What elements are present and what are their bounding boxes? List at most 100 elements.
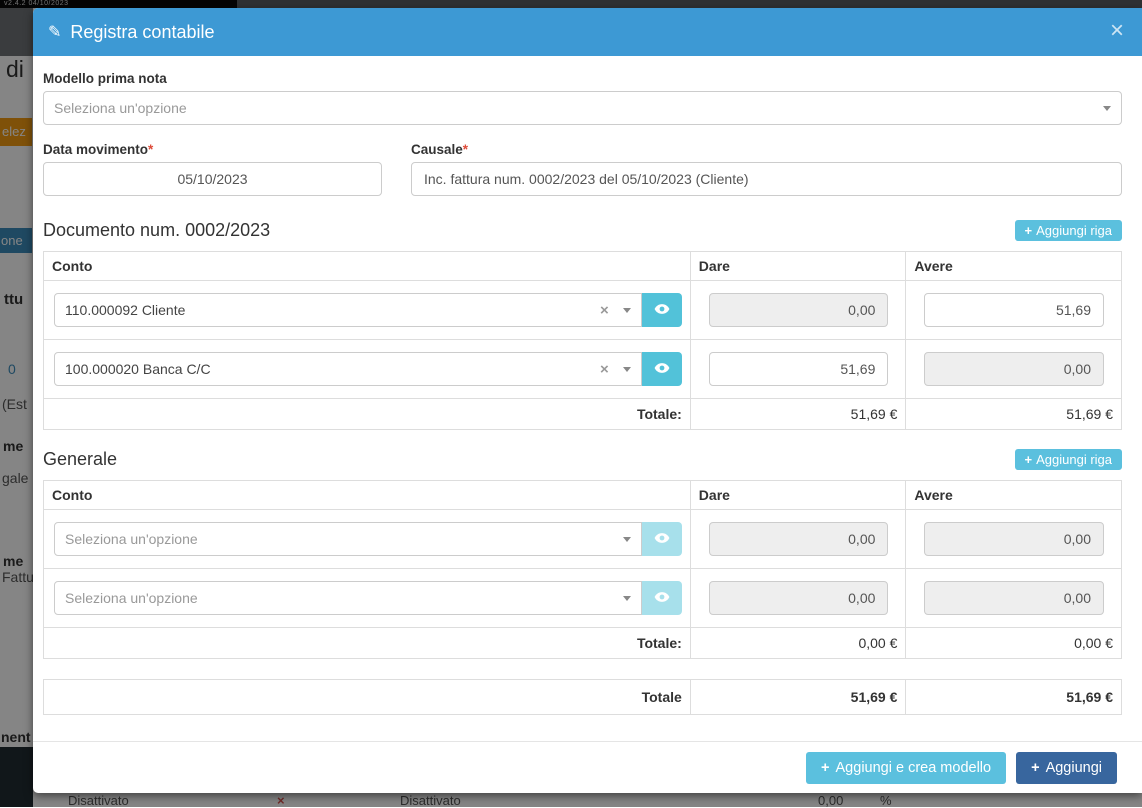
documento-section-header: Documento num. 0002/2023 +Aggiungi riga bbox=[43, 220, 1122, 241]
clear-icon[interactable]: × bbox=[600, 361, 609, 378]
documento-row-2: 100.000020 Banca C/C × bbox=[44, 340, 1122, 399]
required-mark: * bbox=[148, 142, 153, 157]
required-mark: * bbox=[463, 142, 468, 157]
grand-total-avere: 51,69 € bbox=[906, 680, 1122, 715]
data-movimento-label-text: Data movimento bbox=[43, 142, 148, 157]
documento-total-dare: 51,69 € bbox=[690, 399, 906, 430]
eye-icon bbox=[654, 362, 670, 377]
grand-total-row: Totale 51,69 € 51,69 € bbox=[44, 680, 1122, 715]
modello-select-placeholder: Seleziona un'opzione bbox=[54, 100, 1089, 116]
generale-row-2: Seleziona un'opzione bbox=[44, 569, 1122, 628]
add-button-label: Aggiungi bbox=[1046, 760, 1102, 776]
conto-select[interactable]: 110.000092 Cliente × bbox=[54, 293, 642, 327]
conto-select-group: Seleziona un'opzione bbox=[54, 581, 682, 615]
avere-input[interactable] bbox=[924, 522, 1104, 556]
modello-label: Modello prima nota bbox=[43, 71, 1122, 86]
add-and-create-template-button[interactable]: + Aggiungi e crea modello bbox=[806, 752, 1006, 784]
data-movimento-group: Data movimento* bbox=[43, 142, 382, 196]
view-account-button-disabled bbox=[642, 522, 682, 556]
modal-header: ✎ Registra contabile × bbox=[33, 8, 1142, 56]
dare-input[interactable] bbox=[709, 581, 889, 615]
chevron-down-icon bbox=[623, 308, 631, 313]
generale-section-title: Generale bbox=[43, 449, 117, 470]
generale-section-header: Generale +Aggiungi riga bbox=[43, 449, 1122, 470]
plus-icon: + bbox=[821, 760, 829, 776]
conto-select[interactable]: 100.000020 Banca C/C × bbox=[54, 352, 642, 386]
chevron-down-icon bbox=[623, 537, 631, 542]
conto-select[interactable]: Seleziona un'opzione bbox=[54, 522, 642, 556]
add-button[interactable]: + Aggiungi bbox=[1016, 752, 1117, 784]
conto-column-header: Conto bbox=[44, 252, 691, 281]
avere-input[interactable] bbox=[924, 581, 1104, 615]
documento-row-1: 110.000092 Cliente × bbox=[44, 281, 1122, 340]
view-account-button[interactable] bbox=[642, 352, 682, 386]
view-account-button[interactable] bbox=[642, 293, 682, 327]
dare-column-header: Dare bbox=[690, 252, 906, 281]
documento-section-title: Documento num. 0002/2023 bbox=[43, 220, 270, 241]
add-and-create-template-label: Aggiungi e crea modello bbox=[836, 760, 992, 776]
documento-table: Conto Dare Avere 110.000092 Cliente × bbox=[43, 251, 1122, 430]
conto-select-placeholder: Seleziona un'opzione bbox=[65, 590, 609, 606]
generale-total-avere: 0,00 € bbox=[906, 628, 1122, 659]
dare-column-header: Dare bbox=[690, 481, 906, 510]
grand-total-dare: 51,69 € bbox=[690, 680, 906, 715]
plus-icon: + bbox=[1025, 223, 1033, 238]
eye-icon bbox=[654, 591, 670, 606]
conto-select-group: 110.000092 Cliente × bbox=[54, 293, 682, 327]
documento-total-avere: 51,69 € bbox=[906, 399, 1122, 430]
causale-group: Causale* bbox=[411, 142, 1122, 196]
avere-input[interactable] bbox=[924, 293, 1104, 327]
chevron-down-icon bbox=[623, 596, 631, 601]
chevron-down-icon bbox=[1103, 106, 1111, 111]
add-row-button-generale[interactable]: +Aggiungi riga bbox=[1015, 449, 1122, 470]
close-icon[interactable]: × bbox=[1110, 19, 1124, 43]
causale-label-text: Causale bbox=[411, 142, 463, 157]
generale-row-1: Seleziona un'opzione bbox=[44, 510, 1122, 569]
clear-icon[interactable]: × bbox=[600, 302, 609, 319]
conto-select-group: 100.000020 Banca C/C × bbox=[54, 352, 682, 386]
dare-input[interactable] bbox=[709, 352, 889, 386]
plus-icon: + bbox=[1025, 452, 1033, 467]
modal-body: Modello prima nota Seleziona un'opzione … bbox=[33, 56, 1142, 741]
generale-total-row: Totale: 0,00 € 0,00 € bbox=[44, 628, 1122, 659]
eye-icon bbox=[654, 532, 670, 547]
chevron-down-icon bbox=[623, 367, 631, 372]
generale-total-label: Totale: bbox=[44, 628, 691, 659]
dare-input[interactable] bbox=[709, 522, 889, 556]
avere-input[interactable] bbox=[924, 352, 1104, 386]
date-causale-row: Data movimento* Causale* bbox=[43, 142, 1122, 196]
documento-table-header: Conto Dare Avere bbox=[44, 252, 1122, 281]
add-row-label: Aggiungi riga bbox=[1036, 223, 1112, 238]
grand-total-table: Totale 51,69 € 51,69 € bbox=[43, 679, 1122, 715]
conto-select-value: 100.000020 Banca C/C bbox=[65, 361, 592, 377]
add-row-button-documento[interactable]: +Aggiungi riga bbox=[1015, 220, 1122, 241]
documento-total-row: Totale: 51,69 € 51,69 € bbox=[44, 399, 1122, 430]
modal-footer: + Aggiungi e crea modello + Aggiungi bbox=[33, 741, 1142, 793]
documento-total-label: Totale: bbox=[44, 399, 691, 430]
generale-total-dare: 0,00 € bbox=[690, 628, 906, 659]
avere-column-header: Avere bbox=[906, 481, 1122, 510]
conto-select-placeholder: Seleziona un'opzione bbox=[65, 531, 609, 547]
conto-column-header: Conto bbox=[44, 481, 691, 510]
modello-select[interactable]: Seleziona un'opzione bbox=[43, 91, 1122, 125]
conto-select[interactable]: Seleziona un'opzione bbox=[54, 581, 642, 615]
conto-select-value: 110.000092 Cliente bbox=[65, 302, 592, 318]
generale-table: Conto Dare Avere Seleziona un'opzione bbox=[43, 480, 1122, 659]
view-account-button-disabled bbox=[642, 581, 682, 615]
pencil-icon: ✎ bbox=[48, 22, 61, 42]
dare-input[interactable] bbox=[709, 293, 889, 327]
add-row-label: Aggiungi riga bbox=[1036, 452, 1112, 467]
data-movimento-input[interactable] bbox=[43, 162, 382, 196]
data-movimento-label: Data movimento* bbox=[43, 142, 382, 157]
modal-title-text: Registra contabile bbox=[70, 22, 214, 43]
causale-label: Causale* bbox=[411, 142, 1122, 157]
generale-table-header: Conto Dare Avere bbox=[44, 481, 1122, 510]
conto-select-group: Seleziona un'opzione bbox=[54, 522, 682, 556]
eye-icon bbox=[654, 303, 670, 318]
plus-icon: + bbox=[1031, 760, 1039, 776]
causale-input[interactable] bbox=[411, 162, 1122, 196]
avere-column-header: Avere bbox=[906, 252, 1122, 281]
registra-contabile-modal: ✎ Registra contabile × Modello prima not… bbox=[33, 8, 1142, 793]
grand-total-label: Totale bbox=[44, 680, 691, 715]
modal-title: ✎ Registra contabile bbox=[48, 22, 215, 43]
